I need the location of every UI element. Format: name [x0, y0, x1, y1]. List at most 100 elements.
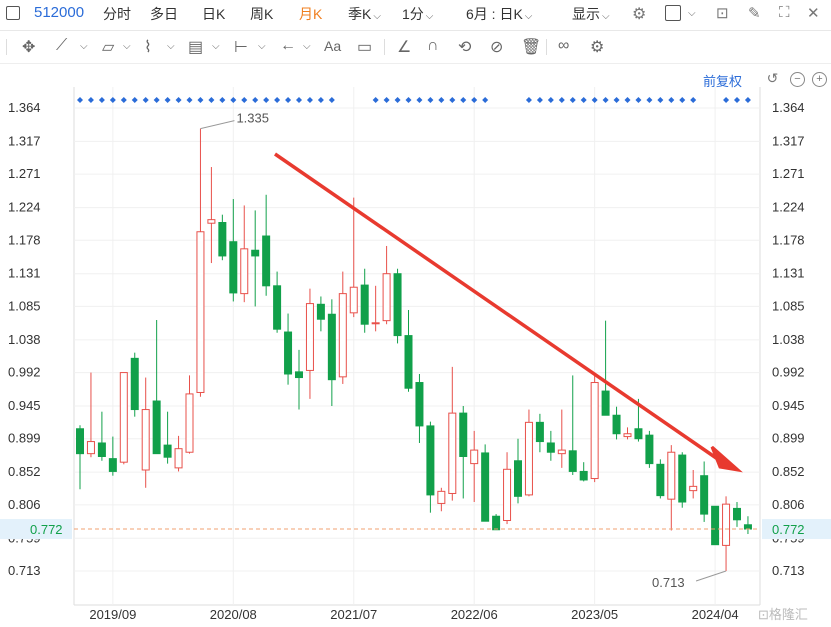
trash-icon[interactable]: 🗑 [521, 37, 541, 57]
top-toolbar: 512000 分时 多日 日K 周K 月K 季K ⌵ 1分 ⌵ 6月 : 日K ⌵ 显… [0, 0, 831, 31]
arrow-tool-icon[interactable]: ← [280, 37, 296, 55]
candle-body [119, 372, 128, 463]
y-tick-label-right: 0.992 [772, 365, 805, 380]
candle-body [503, 468, 512, 522]
event-marker [296, 97, 302, 103]
range-selector-label: 6月 : 日K [466, 6, 523, 22]
candle-body [481, 452, 490, 522]
event-marker [558, 97, 565, 103]
range-tool-icon[interactable]: ⊢ [234, 37, 248, 57]
chevron-down-icon[interactable]: ⌵ [167, 41, 175, 52]
candle [76, 425, 84, 490]
wave-tool-icon[interactable]: ⌇ [144, 37, 152, 57]
x-tick-label: 2022/06 [451, 607, 498, 622]
candle-body [426, 425, 435, 496]
current-price-label-left: 0.772 [30, 522, 63, 537]
text-tool-icon[interactable]: Aa [324, 38, 341, 54]
display-menu[interactable]: 显示 ⌵ [572, 4, 610, 24]
candle-body [163, 444, 172, 458]
candle-body [634, 428, 643, 440]
candle [130, 352, 139, 417]
y-tick-label-right: 1.224 [772, 200, 805, 215]
candle [207, 167, 216, 264]
gear-icon[interactable]: ⚙ [632, 4, 646, 24]
comment-icon[interactable]: ▭ [357, 37, 372, 57]
event-marker [449, 97, 456, 103]
chevron-down-icon: ⌵ [524, 11, 533, 22]
settings-icon[interactable]: ⚙ [590, 37, 604, 57]
candle [174, 435, 183, 472]
candle [305, 288, 314, 399]
candle [492, 514, 501, 531]
candle [645, 430, 654, 468]
event-marker [142, 97, 149, 103]
chevron-down-icon[interactable]: ⌵ [258, 41, 266, 52]
y-tick-label-left: 1.178 [8, 232, 41, 247]
event-marker [306, 97, 313, 103]
hide-icon[interactable]: ⊘ [490, 37, 503, 57]
candle-body [338, 293, 347, 378]
candle-body [76, 428, 84, 455]
chevron-down-icon[interactable]: ⌵ [688, 8, 696, 19]
candle [382, 245, 391, 325]
y-tick-label-left: 1.271 [8, 166, 41, 181]
move-icon[interactable]: ✥ [22, 37, 35, 57]
y-tick-label-left: 1.131 [8, 266, 41, 281]
chevron-down-icon[interactable]: ⌵ [80, 41, 88, 52]
sidebar-toggle-icon[interactable] [6, 6, 20, 20]
chevron-down-icon[interactable]: ⌵ [123, 41, 131, 52]
channel-tool-icon[interactable]: ▱ [102, 37, 114, 57]
camera-icon[interactable]: ⊡ [716, 4, 729, 22]
candle [415, 373, 424, 443]
candle-body [733, 507, 741, 521]
layout-icon[interactable] [665, 5, 681, 21]
chevron-down-icon[interactable]: ⌵ [303, 41, 311, 52]
event-marker [602, 97, 609, 103]
magnet-icon[interactable]: ∩ [427, 37, 439, 55]
range-selector[interactable]: 6月 : 日K ⌵ [466, 4, 532, 24]
candle [524, 409, 533, 497]
fib-tool-icon[interactable]: ▤ [188, 37, 203, 57]
link-icon[interactable]: ∞ [558, 37, 569, 55]
reset-icon[interactable]: ↺ [766, 71, 779, 85]
candle-body [207, 219, 216, 224]
period-tab-multiday[interactable]: 多日 [150, 4, 178, 24]
period-tab-week[interactable]: 周K [250, 4, 273, 24]
sync-icon[interactable]: ⟲ [458, 37, 471, 57]
candle-body [689, 485, 698, 492]
zoom-out-icon[interactable]: − [790, 72, 805, 87]
pen-icon[interactable]: ✎ [748, 4, 761, 22]
candle-body [316, 303, 325, 320]
y-tick-label-right: 0.713 [772, 563, 805, 578]
event-marker [77, 97, 83, 103]
candle-body [546, 442, 555, 453]
candle [273, 271, 282, 333]
toolbar-divider [546, 39, 547, 55]
event-marker [252, 97, 259, 103]
period-tab-day[interactable]: 日K [202, 4, 225, 24]
candle [86, 372, 95, 458]
candlestick-chart[interactable]: 1.364 1.317 1.271 1.224 1.178 1.131 1.085 1.038… [0, 87, 831, 627]
y-tick-label-left: 1.317 [8, 133, 41, 148]
angle-icon[interactable]: ∠ [397, 37, 411, 57]
candle-body [645, 434, 654, 465]
security-code[interactable]: 512000 [34, 4, 84, 21]
y-axis-left: 1.364 1.317 1.271 1.224 1.178 1.131 1.085 1.038… [8, 100, 41, 578]
chevron-down-icon[interactable]: ⌵ [212, 41, 220, 52]
zoom-in-icon[interactable]: + [812, 72, 827, 87]
event-marker [263, 97, 270, 103]
event-marker [175, 97, 182, 103]
period-tab-quarter[interactable]: 季K ⌵ [348, 4, 381, 24]
candle-body [459, 412, 468, 457]
period-tab-month[interactable]: 月K [299, 4, 322, 24]
period-tab-intraday[interactable]: 分时 [103, 4, 131, 24]
candle-body [86, 441, 95, 455]
line-tool-icon[interactable]: ⟋ [56, 37, 67, 55]
period-tab-minute[interactable]: 1分 ⌵ [402, 4, 433, 24]
y-tick-label-left: 0.992 [8, 365, 41, 380]
y-tick-label-right: 0.852 [772, 464, 805, 479]
fullscreen-icon[interactable]: ⛶ [779, 4, 790, 21]
close-icon[interactable]: ✕ [807, 4, 820, 22]
y-tick-label-left: 0.852 [8, 464, 41, 479]
y-tick-label-right: 1.317 [772, 133, 805, 148]
